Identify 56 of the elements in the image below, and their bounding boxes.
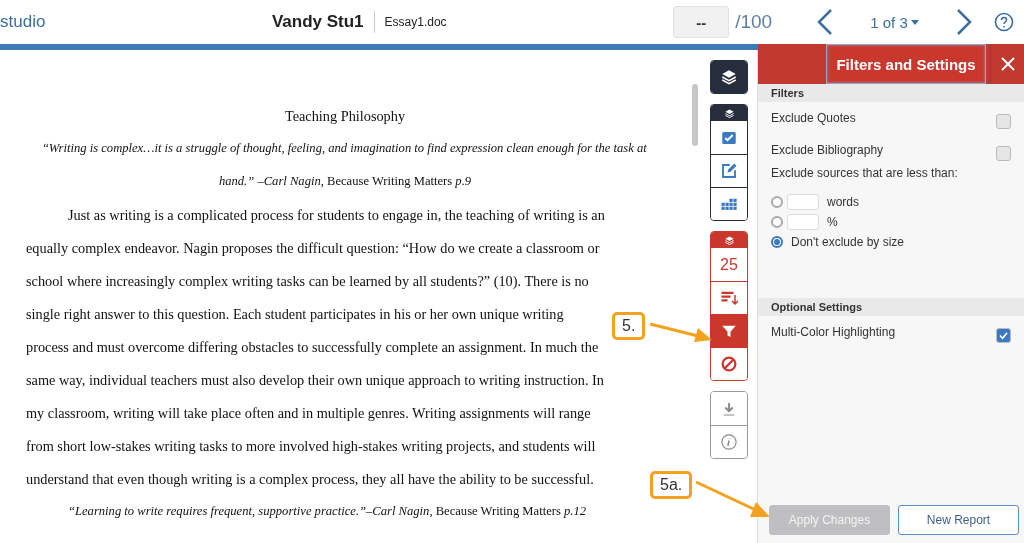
chevron-left-icon (815, 8, 834, 36)
checkmark-icon (999, 331, 1008, 340)
document-line: understand that even though writing is a complex process, they all have the ability to be successful. (26, 471, 594, 489)
number-field[interactable] (787, 194, 819, 210)
sort-icon (720, 289, 738, 307)
document-line: from short low-stakes writing tasks to more involved high-stakes writing projects, and students will (26, 438, 596, 456)
student-name: Vandy Stu1 (271, 12, 364, 32)
radio-button[interactable] (771, 216, 783, 228)
score-total: /100 (735, 11, 774, 33)
document-quote: “Writing is complex…it is a struggle of thought, feeling, and imagination to find expression clean enough for the task at (43, 141, 647, 157)
caret-icon (910, 19, 919, 25)
option-label: Exclude Quotes (771, 110, 856, 125)
layers-icon (723, 107, 735, 119)
step-callout: 5a. (650, 471, 693, 499)
option-label: Exclude sources that are less than: (771, 166, 958, 180)
section-heading: Optional Settings (758, 298, 1024, 316)
tool-button[interactable] (711, 61, 747, 93)
document-line: process and must overcome differing obstacles to successfully complete an assignment. In much the (26, 339, 599, 357)
layers-icon (723, 234, 735, 246)
checkbox[interactable] (996, 146, 1011, 161)
step-callout: 5. (612, 312, 646, 340)
block-icon (720, 355, 738, 373)
number-field[interactable] (787, 214, 819, 230)
scrollbar-thumb[interactable] (692, 84, 698, 146)
document-line: Just as writing is a complicated process for students to engage in, the teaching of writing is an (68, 207, 605, 225)
checkbox[interactable] (996, 328, 1011, 343)
document-line: my classroom, writing will take place often and in multiple genres. Writing assignments will range (26, 405, 591, 423)
radio-button[interactable] (771, 196, 783, 208)
checkbox[interactable] (996, 114, 1011, 129)
help-icon (994, 12, 1015, 32)
file-name: Essay1.doc (384, 15, 448, 29)
document-line: single right answer to this question. Each student participates in his or her own unique writing (26, 306, 564, 324)
section-heading: Filters (758, 84, 1024, 102)
radio-label: Don't exclude by size (791, 235, 904, 249)
chevron-right-icon (955, 8, 974, 36)
document-quote: hand.” –Carl Nagin, Because Writing Matters p.9 (218, 174, 472, 190)
radio-label: words (827, 195, 859, 209)
document-line: school where increasingly complex writing tasks can be learned by all students?” (10). There is no (26, 273, 589, 291)
document-line: equally complex endeavor. Nagin proposes the difficult question: “How do we create a classroom or (26, 240, 600, 258)
option-label: Exclude Bibliography (771, 142, 884, 157)
score-field[interactable]: -- (673, 6, 730, 38)
new-report-button[interactable]: New Report (898, 505, 1019, 535)
product-name: studio (0, 12, 47, 32)
document-line: same way, individual teachers must also develop their own unique approach to writing instruction. In (26, 372, 604, 390)
document-quote: “Learning to write requires frequent, supportive practice.”–Carl Nagin, Because Writing Matters p.12 (68, 504, 587, 520)
radio-label: % (827, 215, 838, 229)
info-icon (720, 433, 738, 451)
edit-icon (720, 162, 738, 180)
document-title: Teaching Philosophy (284, 108, 406, 126)
panel-title-tab[interactable]: Filters and Settings (826, 44, 986, 84)
close-icon (1000, 57, 1015, 71)
option-label: Multi-Color Highlighting (771, 324, 896, 339)
tool-button[interactable] (711, 187, 747, 220)
page-selector[interactable]: 1 of 3 (844, 12, 945, 32)
radio-button[interactable] (771, 236, 783, 248)
layers-icon (720, 68, 738, 86)
